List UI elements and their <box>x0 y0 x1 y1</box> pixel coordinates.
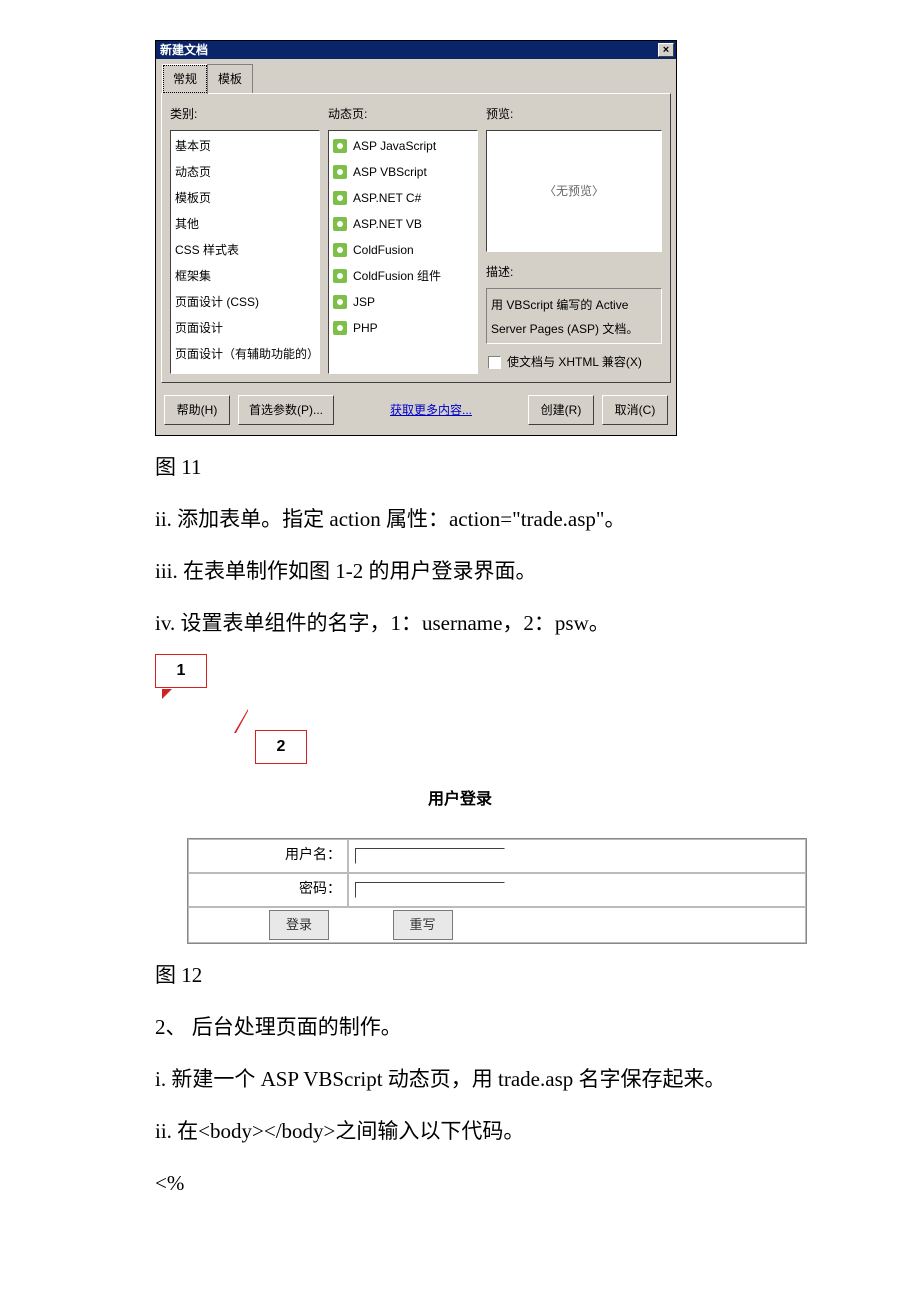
paragraph: iv. 设置表单组件的名字，1：username，2：psw。 <box>155 602 765 644</box>
figure-caption-11: 图 11 <box>155 446 765 488</box>
label-preview: 预览: <box>486 102 662 126</box>
item-label: ASP.NET VB <box>353 212 422 236</box>
paragraph: ii. 在<body></body>之间输入以下代码。 <box>155 1110 765 1152</box>
item-label: JSP <box>353 290 375 314</box>
dialog-button-bar: 帮助(H) 首选参数(P)... 获取更多内容... 创建(R) 取消(C) <box>156 389 676 435</box>
dialog-body: 类别: 基本页 动态页 模板页 其他 CSS 样式表 框架集 页面设计 (CSS… <box>161 93 671 383</box>
create-button[interactable]: 创建(R) <box>528 395 594 425</box>
list-item[interactable]: 框架集 <box>173 263 317 289</box>
dialog-title: 新建文档 <box>160 38 658 62</box>
list-item[interactable]: 动态页 <box>173 159 317 185</box>
document-icon <box>333 269 347 283</box>
preview-pane: 〈无预览〉 <box>486 130 662 252</box>
document-icon <box>333 217 347 231</box>
login-form-table: 用户名： 密码： 登录 重写 <box>187 838 807 944</box>
item-label: ASP.NET C# <box>353 186 421 210</box>
label-category: 类别: <box>170 102 320 126</box>
item-label: ColdFusion <box>353 238 414 262</box>
code-line: <% <box>155 1162 765 1204</box>
callout-labels: 1 2 <box>155 654 765 774</box>
list-item[interactable]: ASP JavaScript <box>331 133 475 159</box>
list-item[interactable]: PHP <box>331 315 475 341</box>
login-form-title: 用户登录 <box>155 784 765 816</box>
paragraph: iii. 在表单制作如图 1-2 的用户登录界面。 <box>155 550 765 592</box>
tab-template[interactable]: 模板 <box>207 64 253 93</box>
document-icon <box>333 243 347 257</box>
preferences-button[interactable]: 首选参数(P)... <box>238 395 334 425</box>
checkbox-label: 使文档与 XHTML 兼容(X) <box>507 350 642 374</box>
password-label: 密码： <box>188 873 348 907</box>
list-item[interactable]: 其他 <box>173 211 317 237</box>
item-label: PHP <box>353 316 378 340</box>
list-item[interactable]: 页面设计 <box>173 315 317 341</box>
list-item[interactable]: ColdFusion <box>331 237 475 263</box>
help-button[interactable]: 帮助(H) <box>164 395 230 425</box>
list-item[interactable]: ASP VBScript <box>331 159 475 185</box>
list-item[interactable]: ASP.NET C# <box>331 185 475 211</box>
paragraph: ii. 添加表单。指定 action 属性：action="trade.asp"… <box>155 498 765 540</box>
document-icon <box>333 295 347 309</box>
list-item[interactable]: 页面设计 (CSS) <box>173 289 317 315</box>
reset-button[interactable]: 重写 <box>393 910 453 940</box>
paragraph: 2、 后台处理页面的制作。 <box>155 1006 765 1048</box>
username-label: 用户名： <box>188 839 348 873</box>
checkbox-icon[interactable] <box>488 356 501 369</box>
titlebar[interactable]: 新建文档 × <box>156 41 676 59</box>
table-row: 用户名： <box>188 839 806 873</box>
preview-placeholder: 〈无预览〉 <box>544 179 604 203</box>
document-icon <box>333 165 347 179</box>
list-item[interactable]: CSS 样式表 <box>173 237 317 263</box>
xhtml-checkbox-row[interactable]: 使文档与 XHTML 兼容(X) <box>486 344 662 374</box>
get-more-link[interactable]: 获取更多内容... <box>390 398 472 422</box>
label-description: 描述: <box>486 260 662 284</box>
category-list[interactable]: 基本页 动态页 模板页 其他 CSS 样式表 框架集 页面设计 (CSS) 页面… <box>170 130 320 374</box>
item-label: ColdFusion 组件 <box>353 264 441 288</box>
list-item[interactable]: ColdFusion 组件 <box>331 263 475 289</box>
login-button[interactable]: 登录 <box>269 910 329 940</box>
password-input[interactable] <box>355 882 505 898</box>
callout-1: 1 <box>155 654 207 688</box>
document-icon <box>333 321 347 335</box>
username-input[interactable] <box>355 848 505 864</box>
description-text: 用 VBScript 编写的 Active Server Pages (ASP)… <box>486 288 662 344</box>
item-label: ASP VBScript <box>353 160 427 184</box>
table-row: 登录 重写 <box>188 907 806 943</box>
list-item[interactable]: JSP <box>331 289 475 315</box>
callout-2: 2 <box>255 730 307 764</box>
new-document-dialog: 新建文档 × 常规 模板 类别: 基本页 动态页 模板页 其他 CSS 样式表 … <box>155 40 677 436</box>
close-icon[interactable]: × <box>658 43 674 57</box>
tab-strip: 常规 模板 <box>156 59 676 93</box>
document-icon <box>333 191 347 205</box>
item-label: ASP JavaScript <box>353 134 436 158</box>
list-item[interactable]: 基本页 <box>173 133 317 159</box>
list-item[interactable]: ASP.NET VB <box>331 211 475 237</box>
cancel-button[interactable]: 取消(C) <box>602 395 668 425</box>
table-row: 密码： <box>188 873 806 907</box>
list-item[interactable]: 页面设计（有辅助功能的） <box>173 341 317 367</box>
label-dynamic: 动态页: <box>328 102 478 126</box>
document-icon <box>333 139 347 153</box>
figure-caption-12: 图 12 <box>155 954 765 996</box>
list-item[interactable]: 模板页 <box>173 185 317 211</box>
tab-general[interactable]: 常规 <box>162 64 208 94</box>
dynamic-list[interactable]: ASP JavaScript ASP VBScript ASP.NET C# A… <box>328 130 478 374</box>
paragraph: i. 新建一个 ASP VBScript 动态页，用 trade.asp 名字保… <box>155 1058 765 1100</box>
